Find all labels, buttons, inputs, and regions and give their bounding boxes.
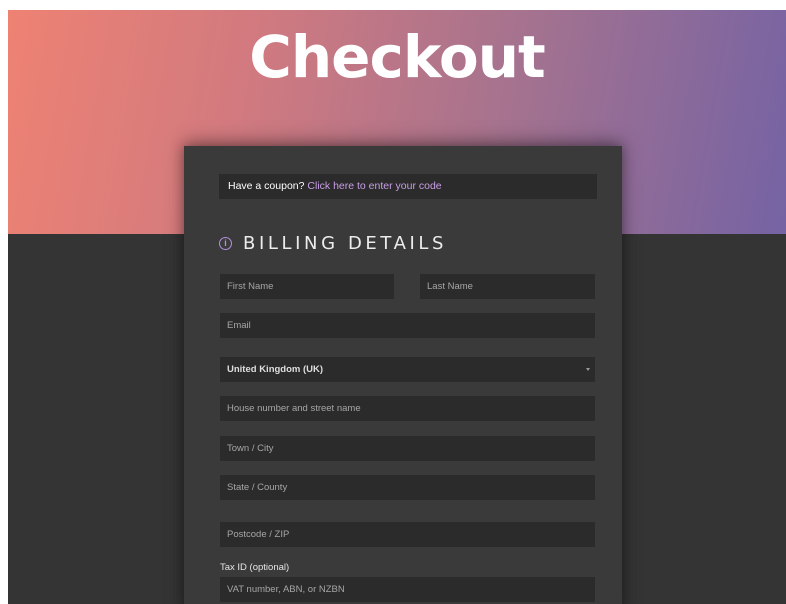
city-field[interactable]: Town / City	[220, 436, 595, 461]
info-circle-icon: i	[219, 236, 232, 250]
checkout-card: Have a coupon? Click here to enter your …	[184, 146, 622, 604]
first-name-field[interactable]: First Name	[220, 274, 394, 299]
state-field[interactable]: State / County	[220, 475, 595, 500]
street-address-field[interactable]: House number and street name	[220, 396, 595, 421]
checkout-page: Checkout Have a coupon? Click here to en…	[8, 10, 786, 604]
email-field[interactable]: Email	[220, 313, 595, 338]
coupon-notice: Have a coupon? Click here to enter your …	[219, 174, 597, 199]
coupon-question: Have a coupon?	[228, 180, 305, 192]
billing-title: BILLING DETAILS	[243, 232, 448, 254]
page-title: Checkout	[249, 23, 545, 91]
postcode-field[interactable]: Postcode / ZIP	[220, 522, 595, 547]
tax-id-field[interactable]: VAT number, ABN, or NZBN	[220, 577, 595, 602]
tax-id-label: Tax ID (optional)	[220, 562, 290, 573]
last-name-field[interactable]: Last Name	[420, 274, 595, 299]
chevron-down-icon	[586, 368, 590, 371]
coupon-link[interactable]: Click here to enter your code	[307, 180, 441, 192]
billing-heading: i BILLING DETAILS	[219, 230, 447, 256]
country-select[interactable]: United Kingdom (UK)	[220, 357, 595, 382]
country-select-value: United Kingdom (UK)	[227, 364, 324, 375]
